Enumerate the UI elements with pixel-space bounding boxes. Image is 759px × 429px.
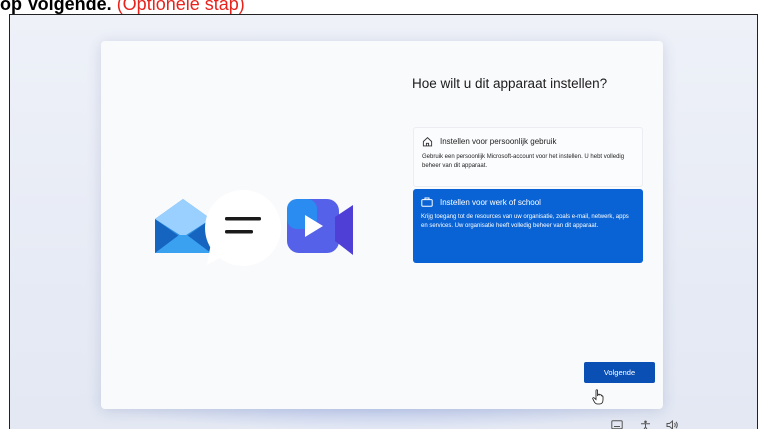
next-button[interactable]: Volgende — [584, 362, 655, 383]
briefcase-icon — [421, 197, 433, 207]
option-description: Gebruik een persoonlijk Microsoft-accoun… — [422, 154, 625, 169]
option-title: Instellen voor persoonlijk gebruik — [440, 137, 557, 146]
chat-bubble-icon — [205, 190, 281, 266]
mail-icon — [155, 199, 211, 253]
home-icon — [422, 137, 433, 147]
oobe-screen: Hoe wilt u dit apparaat instellen? Inste… — [9, 14, 758, 429]
video-call-icon — [287, 199, 353, 255]
caption-bold: op Volgende. — [0, 0, 112, 14]
caption-optional: (Optionele stap) — [116, 0, 245, 14]
option-title: Instellen voor werk of school — [440, 197, 541, 207]
setup-card: Hoe wilt u dit apparaat instellen? Inste… — [101, 41, 663, 409]
option-personal-use[interactable]: Instellen voor persoonlijk gebruik Gebru… — [413, 127, 643, 187]
page-title: Hoe wilt u dit apparaat instellen? — [412, 76, 608, 91]
option-work-or-school[interactable]: Instellen voor werk of school Krijg toeg… — [413, 189, 643, 263]
setup-illustration — [155, 190, 353, 266]
hand-cursor-icon — [592, 389, 604, 405]
option-description: Krijg toegang tot de resources van uw or… — [421, 214, 629, 229]
